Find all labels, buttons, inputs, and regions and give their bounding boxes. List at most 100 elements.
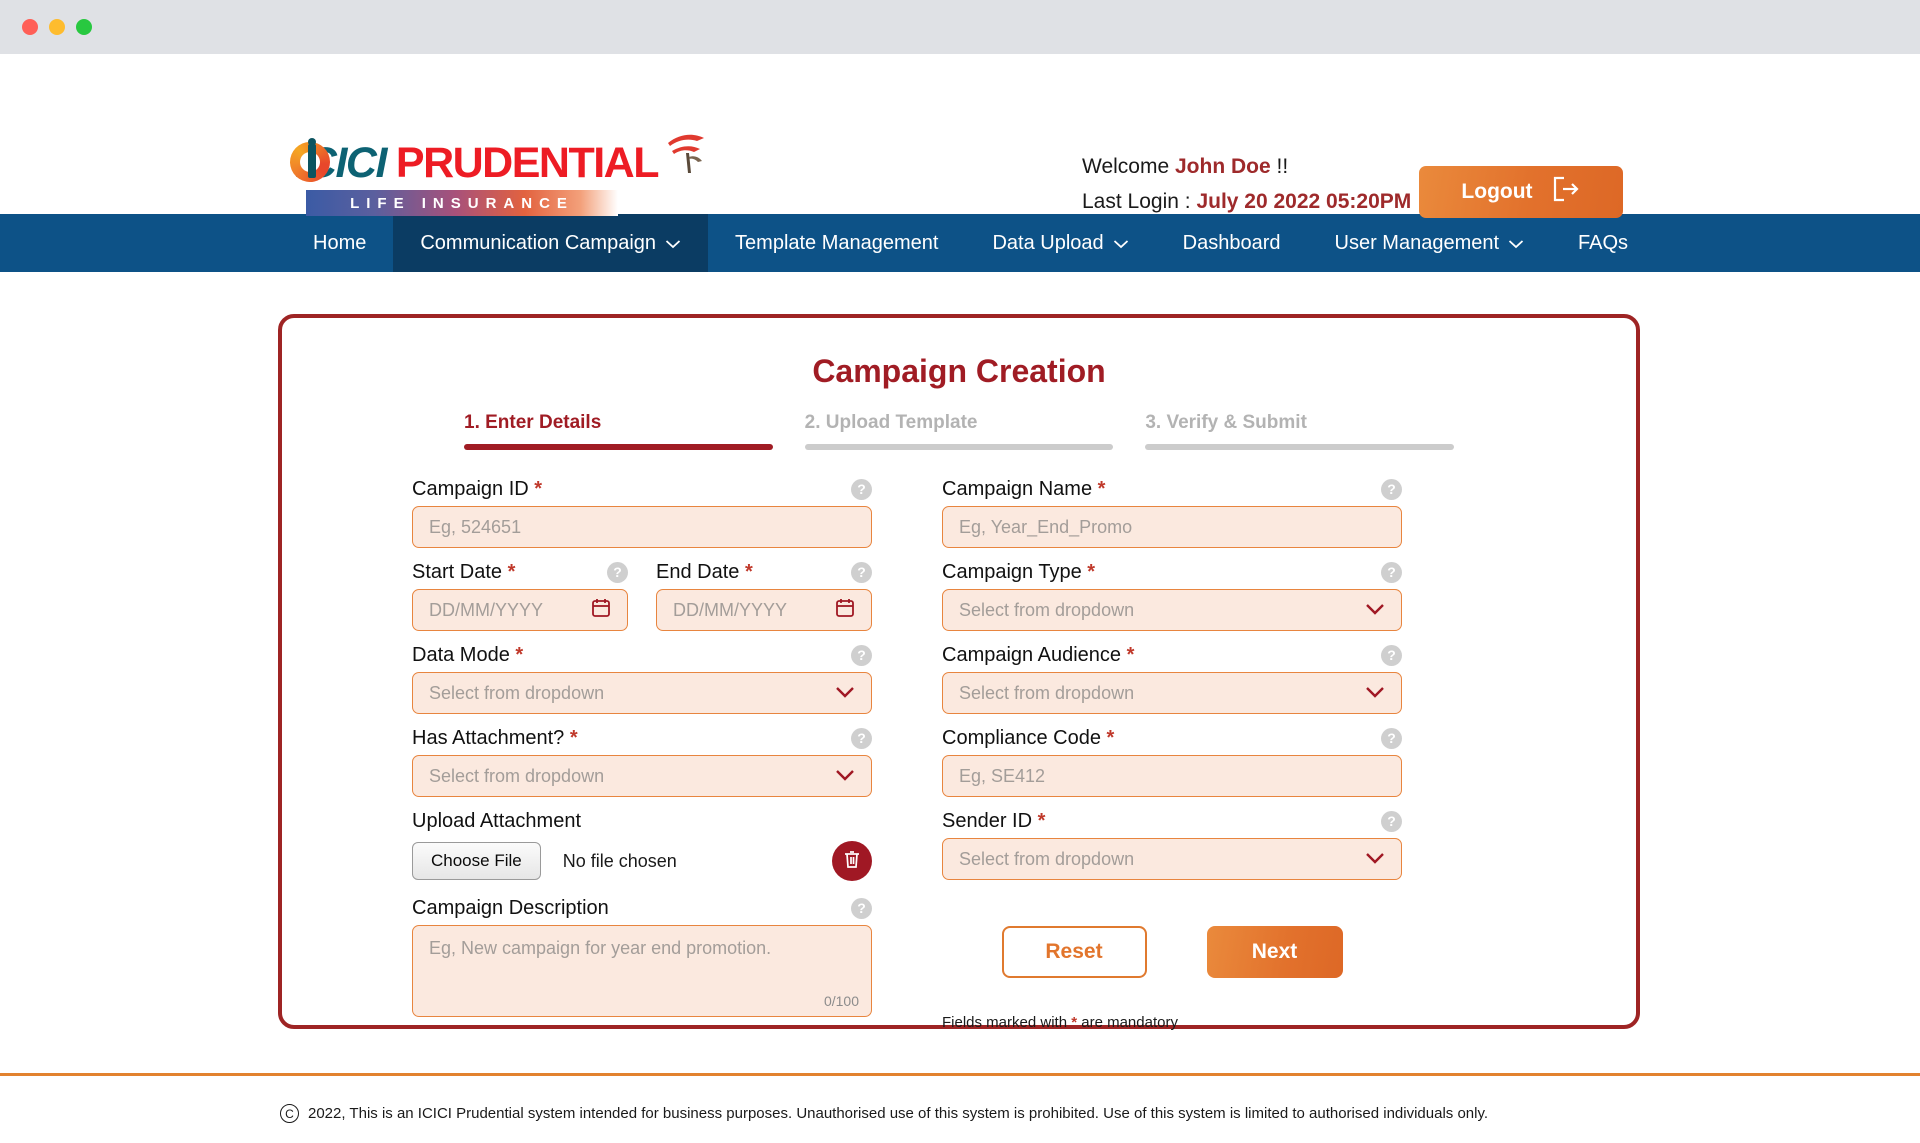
help-icon-campaign-description[interactable]: ? [851, 897, 872, 919]
start-date-input[interactable]: DD/MM/YYYY [412, 589, 628, 631]
welcome-suffix: !! [1276, 155, 1289, 178]
label-upload-attachment: Upload Attachment [412, 809, 581, 832]
field-compliance-code: Compliance Code * ? Eg, SE412 [942, 721, 1402, 797]
nav-item-label: Data Upload [992, 231, 1104, 254]
label-sender-id: Sender ID * [942, 810, 1045, 833]
brand-logo[interactable]: ICICI PRUDENTIAL LIFE INSURANCE [286, 129, 708, 216]
nav-item-home[interactable]: Home [286, 214, 393, 272]
reset-button[interactable]: Reset [1001, 926, 1147, 978]
form-columns: Campaign ID * ? Eg, 524651 Start Date * … [282, 450, 1636, 1031]
field-data-mode: Data Mode * ? Select from dropdown [412, 638, 872, 714]
help-icon-campaign-id[interactable]: ? [851, 478, 872, 500]
required-marker: * [1037, 809, 1046, 832]
step-tab-upload-template[interactable]: 2. Upload Template [804, 412, 1114, 450]
help-icon-sender-id[interactable]: ? [1381, 810, 1402, 832]
required-marker: * [569, 726, 578, 749]
field-end-date: End Date * ? DD/MM/YYYY [656, 555, 872, 631]
help-icon-data-mode[interactable]: ? [851, 644, 872, 666]
label-data-mode: Data Mode * [412, 644, 523, 667]
field-campaign-audience: Campaign Audience * ? Select from dropdo… [942, 638, 1402, 714]
label-end-date-text: End Date [656, 560, 740, 583]
step-tab-enter-details[interactable]: 1. Enter Details [464, 412, 773, 450]
has-attachment-placeholder: Select from dropdown [429, 765, 605, 786]
campaign-type-select[interactable]: Select from dropdown [942, 589, 1402, 631]
field-campaign-type: Campaign Type * ? Select from dropdown [942, 555, 1402, 631]
next-button[interactable]: Next [1206, 926, 1343, 978]
help-icon-end-date[interactable]: ? [851, 561, 872, 583]
has-attachment-select[interactable]: Select from dropdown [412, 755, 872, 797]
delete-attachment-button[interactable] [832, 841, 872, 881]
logout-button[interactable]: Logout [1419, 166, 1623, 218]
window-minimize-button[interactable] [49, 19, 65, 35]
field-has-attachment: Has Attachment? * ? Select from dropdown [412, 721, 872, 797]
nav-item-label: FAQs [1578, 231, 1629, 254]
welcome-prefix: Welcome [1082, 155, 1170, 178]
footer: C 2022, This is an ICICI Prudential syst… [0, 1076, 1920, 1123]
window-maximize-button[interactable] [76, 19, 92, 35]
campaign-id-input[interactable]: Eg, 524651 [412, 506, 872, 548]
user-name: John Doe [1174, 155, 1271, 178]
required-marker: * [534, 477, 543, 500]
chevron-down-icon [1113, 232, 1129, 255]
form-right-column: Campaign Name * ? Eg, Year_End_Promo Cam… [942, 472, 1402, 1031]
campaign-name-input[interactable]: Eg, Year_End_Promo [942, 506, 1402, 548]
prudential-swoosh-icon [664, 129, 708, 180]
label-campaign-audience: Campaign Audience * [942, 644, 1134, 667]
calendar-icon[interactable] [591, 597, 611, 623]
nav-item-data-upload[interactable]: Data Upload [965, 214, 1155, 272]
nav-item-dashboard[interactable]: Dashboard [1156, 214, 1308, 272]
nav-item-user-management[interactable]: User Management [1308, 214, 1552, 272]
field-campaign-id: Campaign ID * ? Eg, 524651 [412, 472, 872, 548]
start-date-placeholder: DD/MM/YYYY [429, 599, 544, 620]
welcome-line: Welcome John Doe !! [1082, 150, 1411, 185]
required-marker: * [515, 643, 524, 666]
label-campaign-description: Campaign Description [412, 896, 609, 919]
step-tabs: 1. Enter Details 2. Upload Template 3. V… [464, 412, 1455, 450]
icici-logomark-icon [286, 138, 334, 186]
label-start-date: Start Date * [412, 561, 515, 584]
step-bar-1 [464, 444, 773, 450]
campaign-audience-select[interactable]: Select from dropdown [942, 672, 1402, 714]
nav-item-template-management[interactable]: Template Management [708, 214, 965, 272]
field-sender-id: Sender ID * ? Select from dropdown [942, 804, 1402, 880]
chevron-down-icon [1508, 232, 1524, 255]
label-start-date-text: Start Date [412, 560, 503, 583]
choose-file-button[interactable]: Choose File [412, 842, 541, 880]
label-has-attachment: Has Attachment? * [412, 727, 578, 750]
logout-icon [1551, 175, 1581, 209]
field-campaign-name: Campaign Name * ? Eg, Year_End_Promo [942, 472, 1402, 548]
site-header: ICICI PRUDENTIAL LIFE INSURANCE Welcome … [0, 54, 1920, 218]
calendar-icon[interactable] [835, 597, 855, 623]
nav-item-communication-campaign[interactable]: Communication Campaign [393, 214, 709, 272]
end-date-input[interactable]: DD/MM/YYYY [656, 589, 872, 631]
window-close-button[interactable] [22, 19, 38, 35]
campaign-type-placeholder: Select from dropdown [959, 599, 1135, 620]
user-greeting: Welcome John Doe !! Last Login : July 20… [1082, 150, 1411, 219]
help-icon-start-date[interactable]: ? [607, 561, 628, 583]
brand-tagline-text: LIFE INSURANCE [350, 194, 574, 212]
label-campaign-type: Campaign Type * [942, 561, 1095, 584]
campaign-name-placeholder: Eg, Year_End_Promo [959, 516, 1133, 537]
step-tab-verify-submit[interactable]: 3. Verify & Submit [1145, 412, 1455, 450]
required-marker: * [1106, 726, 1115, 749]
step-label-2: 2. Upload Template [804, 412, 978, 433]
help-icon-has-attachment[interactable]: ? [851, 727, 872, 749]
brand-tagline-bar: LIFE INSURANCE [306, 190, 618, 216]
required-marker: * [1126, 643, 1135, 666]
last-login-line: Last Login : July 20 2022 05:20PM [1082, 185, 1411, 220]
help-icon-campaign-audience[interactable]: ? [1381, 644, 1402, 666]
sender-id-select[interactable]: Select from dropdown [942, 838, 1402, 880]
label-end-date: End Date * [656, 561, 753, 584]
help-icon-campaign-name[interactable]: ? [1381, 478, 1402, 500]
nav-item-faqs[interactable]: FAQs [1551, 214, 1655, 272]
campaign-description-textarea[interactable]: Eg, New campaign for year end promotion.… [412, 925, 872, 1017]
label-compliance-code-text: Compliance Code [942, 726, 1101, 749]
sender-id-placeholder: Select from dropdown [959, 848, 1135, 869]
compliance-code-input[interactable]: Eg, SE412 [942, 755, 1402, 797]
data-mode-select[interactable]: Select from dropdown [412, 672, 872, 714]
step-label-3: 3. Verify & Submit [1145, 412, 1307, 433]
help-icon-campaign-type[interactable]: ? [1381, 561, 1402, 583]
required-marker: * [1097, 477, 1106, 500]
nav-item-label: Dashboard [1182, 231, 1281, 254]
help-icon-compliance-code[interactable]: ? [1381, 727, 1402, 749]
